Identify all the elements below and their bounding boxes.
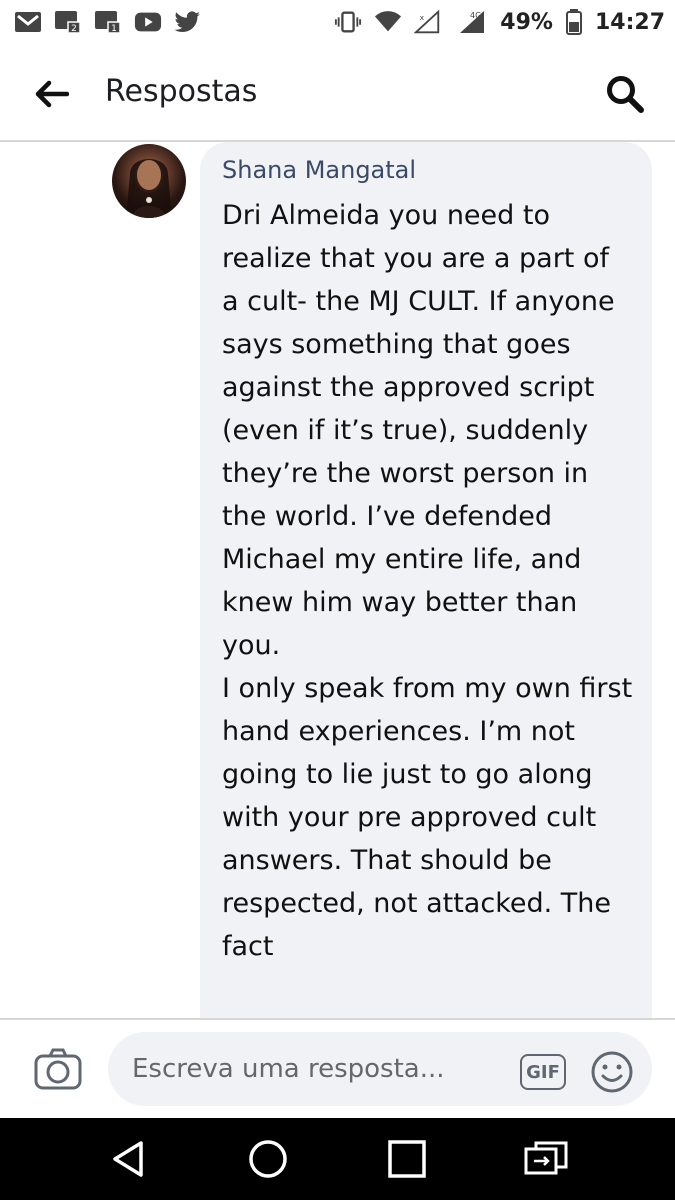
notification-icons: 2 1 [14,10,202,34]
page-title: Respostas [105,74,258,109]
twitter-icon [174,10,202,34]
app-bar: Respostas [0,44,675,142]
screen-switch-icon [524,1141,568,1175]
sim1-notification-icon: 1 [94,10,122,34]
nav-home-icon [249,1140,287,1178]
wifi-icon [374,10,402,34]
comment-text: you need to realize that you are a part … [222,200,633,962]
svg-text:x: x [420,13,425,22]
smiley-icon [591,1051,633,1093]
sim2-notification-icon: 2 [54,10,82,34]
reply-input[interactable] [108,1032,652,1106]
replies-list[interactable]: Shana Mangatal Dri Almeida you need to r… [0,142,675,1018]
avatar[interactable] [112,144,186,218]
clock: 14:27 [594,9,665,35]
svg-text:2: 2 [71,24,77,34]
battery-icon [565,9,583,35]
emoji-button[interactable] [590,1050,634,1094]
gmail-icon [14,10,42,34]
signal-4g-icon: 4G [454,10,488,34]
gif-button[interactable]: GIF [520,1054,566,1090]
search-button[interactable] [601,70,649,118]
system-indicators: x 4G 49% 14:27 [334,9,665,35]
nav-back-button[interactable] [99,1129,159,1189]
comment-author[interactable]: Shana Mangatal [222,156,634,184]
status-bar: 2 1 x 4G 49% 14:27 [0,0,675,44]
nav-recents-button[interactable] [377,1129,437,1189]
back-button[interactable] [30,72,74,116]
avatar-photo [126,159,172,218]
arrow-left-icon [35,80,69,108]
vibrate-icon [334,10,362,34]
network-type-label: 4G [470,11,481,20]
mention-link[interactable]: Dri Almeida [222,200,380,231]
comment-bubble[interactable]: Shana Mangatal Dri Almeida you need to r… [200,142,652,1018]
camera-button[interactable] [34,1048,86,1092]
reply-composer: GIF [0,1018,675,1118]
screen-switch-button[interactable] [516,1129,576,1189]
nav-recents-icon [388,1140,426,1178]
nav-home-button[interactable] [238,1129,298,1189]
search-icon [607,76,644,113]
camera-icon [34,1048,82,1090]
nav-back-icon [113,1141,144,1177]
signal-icon: x [414,9,442,34]
comment-body: Dri Almeida you need to realize that you… [222,194,634,968]
battery-percent: 49% [500,9,553,35]
navigation-bar [0,1118,675,1200]
youtube-icon [134,10,162,34]
svg-text:1: 1 [111,24,117,34]
